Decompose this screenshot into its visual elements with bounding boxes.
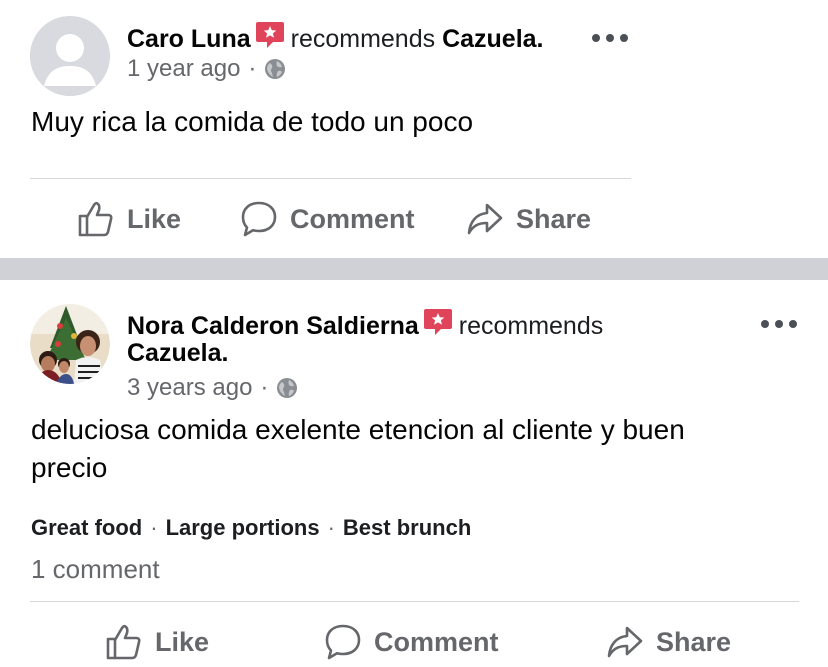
comment-label: Comment <box>374 626 499 657</box>
like-label: Like <box>155 626 210 657</box>
profile-photo <box>30 304 110 384</box>
comment-count[interactable]: 1 comment <box>31 554 160 585</box>
recommends-text: recommends <box>458 312 604 340</box>
tag: Great food <box>31 515 143 540</box>
comment-button[interactable]: Comment <box>324 623 499 661</box>
share-button[interactable]: Share <box>606 623 731 661</box>
like-button[interactable]: Like <box>105 623 209 661</box>
meta-separator: · <box>260 374 269 401</box>
comment-icon <box>241 201 277 237</box>
globe-icon <box>277 378 298 398</box>
tag-separator: · <box>150 515 158 540</box>
post-header: Caro Luna recommends Cazuela. <box>127 21 544 56</box>
post-meta: 1 year ago · <box>127 55 286 83</box>
meta-separator: · <box>248 55 257 82</box>
recommend-badge-icon <box>423 308 453 343</box>
post-card: Caro Luna recommends Cazuela. 1 year ago … <box>0 0 828 258</box>
share-icon <box>607 626 643 658</box>
recommend-badge-icon <box>255 21 285 56</box>
recommends-text: recommends <box>290 25 436 53</box>
divider <box>30 178 631 179</box>
post-meta: 3 years ago · <box>127 374 298 402</box>
comment-icon <box>325 624 361 660</box>
like-icon <box>78 201 113 237</box>
share-button[interactable]: Share <box>466 200 591 238</box>
comment-button[interactable]: Comment <box>240 200 415 238</box>
tag-separator: · <box>327 515 335 540</box>
tag: Best brunch <box>342 515 472 540</box>
author-name[interactable]: Nora Calderon Saldierna <box>127 312 419 340</box>
feed-separator <box>0 258 828 280</box>
post-body-line: precio <box>31 452 108 483</box>
like-label: Like <box>127 203 182 234</box>
page-name-link[interactable]: Cazuela. <box>442 25 543 53</box>
avatar[interactable] <box>30 304 110 384</box>
avatar[interactable] <box>30 16 110 96</box>
post-body: Muy rica la comida de todo un poco <box>31 106 474 137</box>
divider <box>30 601 799 602</box>
like-button[interactable]: Like <box>77 200 181 238</box>
share-icon <box>467 203 503 235</box>
post-header-continued: Cazuela. <box>127 338 228 368</box>
share-label: Share <box>656 626 732 657</box>
default-avatar-icon <box>30 16 110 96</box>
tag: Large portions <box>165 515 320 540</box>
more-options-icon[interactable] <box>592 32 628 44</box>
more-options-icon[interactable] <box>761 318 797 330</box>
post-card: Nora Calderon Saldierna recommends Cazuel… <box>0 280 828 667</box>
page-name-link[interactable]: Cazuela. <box>127 339 228 367</box>
post-body: deluciosa comida exelente etencion al cl… <box>31 411 685 487</box>
timestamp[interactable]: 1 year ago <box>127 55 240 83</box>
comment-label: Comment <box>290 203 415 234</box>
author-name[interactable]: Caro Luna <box>127 25 251 53</box>
post-body-line: deluciosa comida exelente etencion al cl… <box>31 414 685 445</box>
share-label: Share <box>516 203 592 234</box>
like-icon <box>106 624 141 660</box>
globe-icon <box>265 59 286 79</box>
timestamp[interactable]: 3 years ago <box>127 374 252 402</box>
recommendation-tags: Great food · Large portions · Best brunch <box>31 515 471 541</box>
